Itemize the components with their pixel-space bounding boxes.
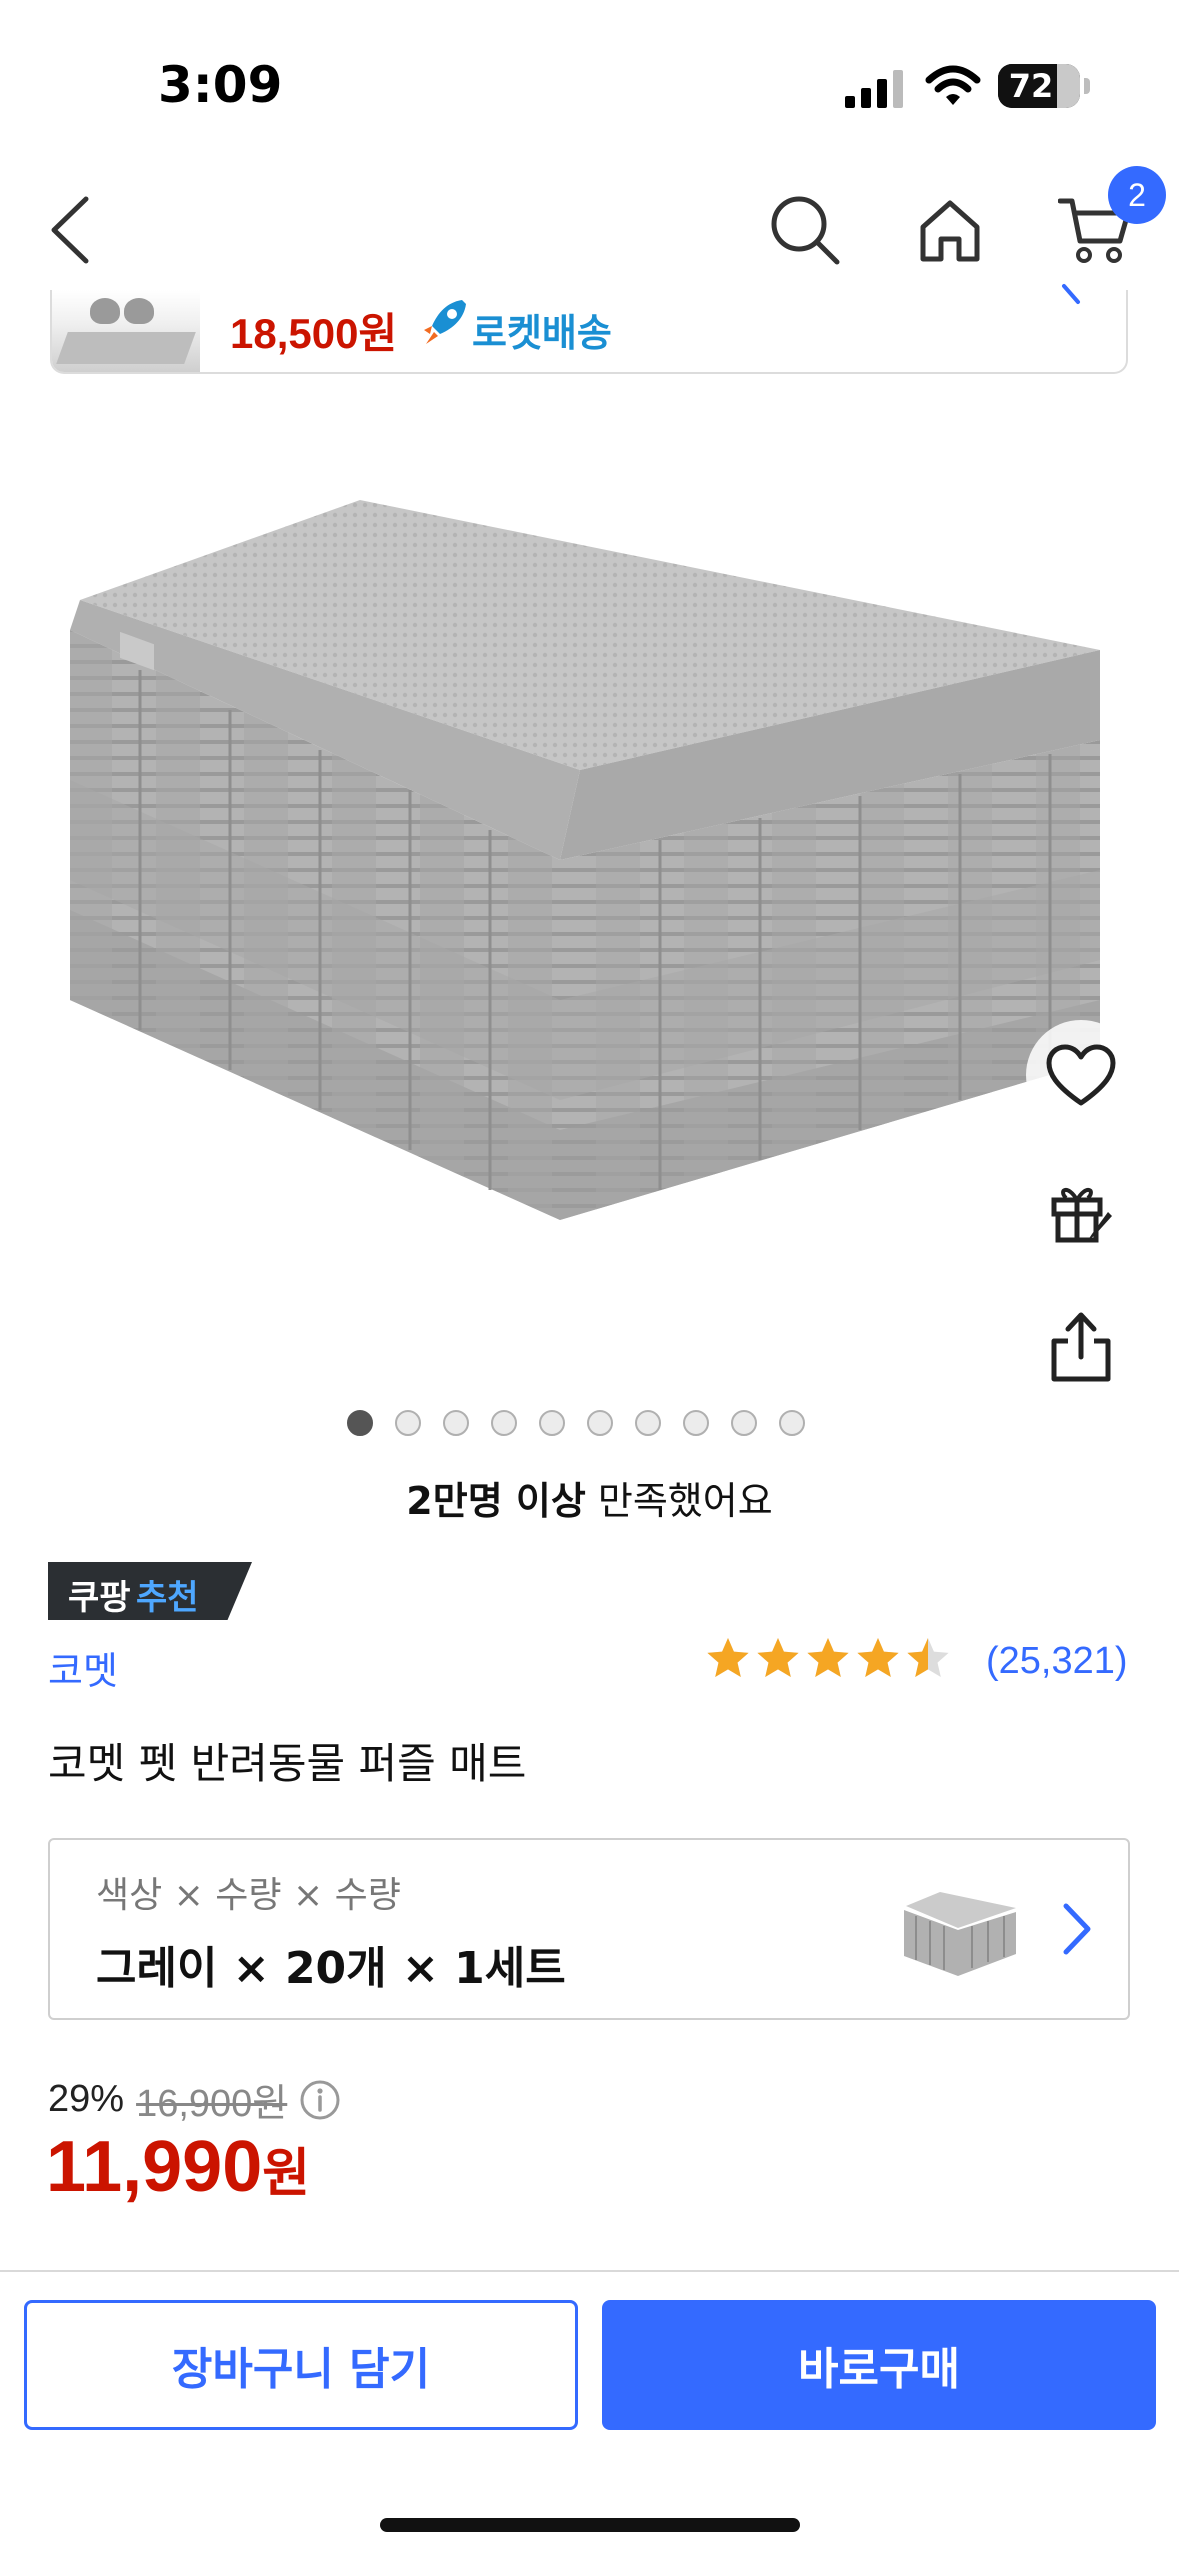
wifi-icon — [925, 65, 981, 105]
back-button[interactable] — [20, 180, 120, 280]
carousel-dot[interactable] — [586, 1410, 613, 1436]
chevron-left-icon — [51, 196, 89, 264]
option-value: 그레이 × 20개 × 1세트 — [96, 1943, 566, 1994]
gift-button[interactable] — [1026, 1156, 1136, 1266]
chevron-right-icon[interactable] — [1058, 282, 1084, 322]
rocket-icon — [424, 300, 466, 344]
rocket-delivery-label: 로켓배송 — [472, 311, 612, 355]
badge-text-recommend: 추천 — [136, 1578, 199, 1618]
carousel-dot[interactable] — [778, 1410, 805, 1436]
carousel-dot[interactable] — [394, 1410, 421, 1436]
add-to-cart-button[interactable]: 장바구니 담기 — [24, 2300, 578, 2430]
share-icon — [1051, 1312, 1111, 1382]
option-thumbnail — [904, 1892, 1016, 1976]
carousel-dot[interactable] — [682, 1410, 709, 1436]
carousel-dot[interactable] — [538, 1410, 565, 1436]
product-image[interactable] — [60, 440, 1120, 1360]
discount-row: 29% 16,900원 — [48, 2072, 341, 2127]
star-icon — [857, 1638, 899, 1677]
gift-icon — [1051, 1188, 1112, 1243]
battery-percentage: 72 — [1008, 67, 1054, 105]
home-icon — [920, 200, 980, 262]
review-count[interactable]: (25,321) — [986, 1640, 1128, 1683]
satisfaction-highlight: 2만명 이상 — [406, 1479, 586, 1523]
related-product-thumbnail — [52, 290, 200, 372]
satisfaction-rest: 만족했어요 — [585, 1479, 773, 1523]
chevron-right-icon — [1063, 1903, 1091, 1955]
original-price: 16,900원 — [136, 2083, 288, 2125]
battery-nub — [1084, 78, 1090, 94]
info-icon[interactable] — [299, 2079, 341, 2121]
satisfaction-text: 2만명 이상 만족했어요 — [0, 1470, 1179, 1525]
status-bar: 3:09 72 — [0, 0, 1179, 160]
home-indicator — [380, 2518, 800, 2532]
search-icon — [771, 196, 840, 265]
related-product-price: 18,500원 — [230, 310, 398, 357]
status-time: 3:09 — [158, 56, 283, 114]
related-product-card[interactable]: 18,500원 로켓배송 — [50, 290, 1128, 374]
brand-link[interactable]: 코멧 — [48, 1640, 118, 1695]
star-icon — [707, 1638, 749, 1677]
bottom-action-bar: 장바구니 담기 바로구매 — [0, 2270, 1179, 2556]
battery-icon: 72 — [998, 64, 1080, 108]
rating-stars[interactable] — [706, 1636, 956, 1680]
option-label: 색상 × 수량 × 수량 — [96, 1875, 401, 1916]
badge-text-coupang: 쿠팡 — [68, 1578, 131, 1618]
wishlist-button[interactable] — [1026, 1020, 1136, 1130]
star-icon — [757, 1638, 799, 1677]
image-carousel-dots — [0, 1410, 1165, 1436]
star-icon — [907, 1638, 949, 1677]
carousel-dot[interactable] — [442, 1410, 469, 1436]
product-title: 코멧 펫 반려동물 퍼즐 매트 — [48, 1739, 527, 1788]
carousel-dot[interactable] — [634, 1410, 661, 1436]
heart-icon — [1046, 1044, 1116, 1106]
sale-price-unit: 원 — [262, 2145, 311, 2203]
discount-rate: 29% — [48, 2078, 125, 2120]
coupang-recommend-badge: 쿠팡 추천 — [48, 1562, 252, 1620]
carousel-dot[interactable] — [730, 1410, 757, 1436]
option-selector[interactable]: 색상 × 수량 × 수량 그레이 × 20개 × 1세트 — [48, 1838, 1130, 2020]
cart-count-badge: 2 — [1108, 166, 1166, 224]
share-button[interactable] — [1026, 1292, 1136, 1402]
buy-now-button[interactable]: 바로구매 — [602, 2300, 1156, 2430]
carousel-dot[interactable] — [346, 1410, 373, 1436]
sale-price: 11,990원 — [46, 2126, 310, 2208]
star-icon — [807, 1638, 849, 1677]
sale-price-value: 11,990 — [46, 2127, 263, 2207]
search-button[interactable] — [755, 180, 855, 280]
cellular-signal-icon — [845, 70, 903, 108]
home-button[interactable] — [900, 180, 1000, 280]
nav-bar — [0, 160, 1179, 290]
carousel-dot[interactable] — [490, 1410, 517, 1436]
